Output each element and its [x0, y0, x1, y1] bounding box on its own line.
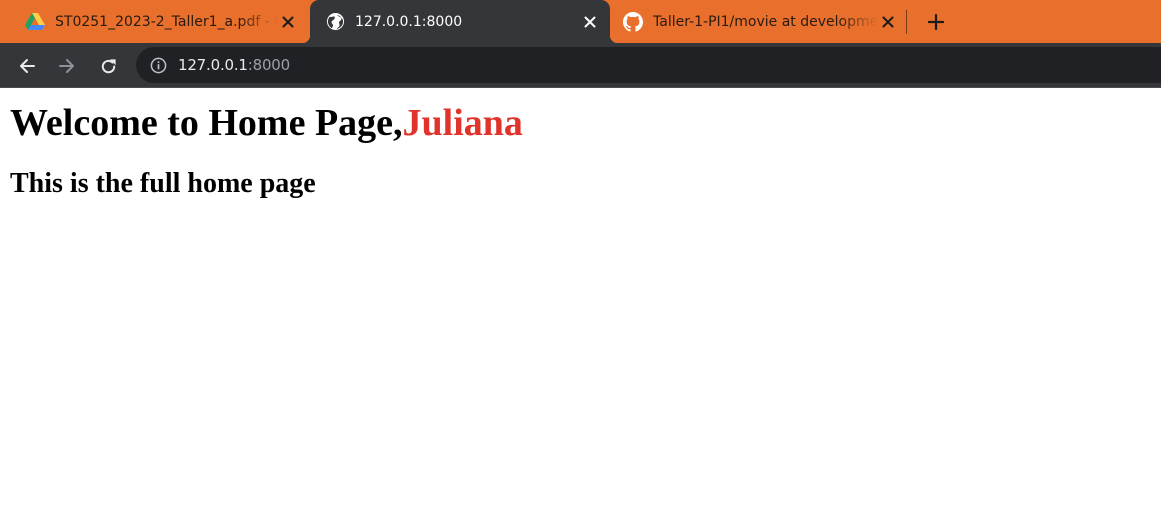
plus-icon: [927, 13, 944, 30]
tab-title: Taller-1-PI1/movie at development: [653, 13, 878, 30]
url-host: 127.0.0.1: [178, 56, 248, 74]
page-title: Welcome to Home Page,Juliana: [10, 101, 1151, 145]
welcome-text: Welcome to Home Page,: [10, 102, 403, 144]
new-tab-button[interactable]: [922, 8, 949, 35]
close-icon[interactable]: [580, 12, 600, 32]
tab-localhost[interactable]: 127.0.0.1:8000: [302, 0, 618, 43]
url-text: 127.0.0.1:8000: [178, 56, 290, 74]
close-icon[interactable]: [878, 12, 898, 32]
tab-separator: [906, 10, 907, 34]
arrow-left-icon: [18, 57, 36, 75]
info-icon[interactable]: [149, 56, 167, 74]
tab-strip: ST0251_2023-2_Taller1_a.pdf - Google Dri…: [0, 0, 1161, 43]
github-icon: [622, 11, 644, 33]
toolbar-divider: [0, 87, 1161, 88]
tab-title: 127.0.0.1:8000: [355, 13, 463, 30]
globe-icon: [324, 11, 346, 33]
reload-button[interactable]: [96, 54, 120, 78]
address-bar[interactable]: 127.0.0.1:8000: [136, 47, 1161, 83]
browser-toolbar: 127.0.0.1:8000: [0, 43, 1161, 88]
page-content: Welcome to Home Page,Juliana This is the…: [0, 101, 1161, 201]
back-button[interactable]: [15, 54, 39, 78]
reload-icon: [99, 57, 118, 76]
arrow-right-icon: [58, 57, 76, 75]
tab-google-drive[interactable]: ST0251_2023-2_Taller1_a.pdf - Google Dri…: [14, 0, 304, 43]
url-port: :8000: [247, 56, 290, 74]
forward-button[interactable]: [55, 54, 79, 78]
tab-title: ST0251_2023-2_Taller1_a.pdf - Google Dri…: [55, 13, 278, 30]
close-icon[interactable]: [278, 12, 298, 32]
page-subheading: This is the full home page: [10, 168, 316, 199]
user-name: Juliana: [402, 102, 523, 144]
google-drive-icon: [24, 11, 46, 33]
tab-github[interactable]: Taller-1-PI1/movie at development: [614, 0, 904, 43]
